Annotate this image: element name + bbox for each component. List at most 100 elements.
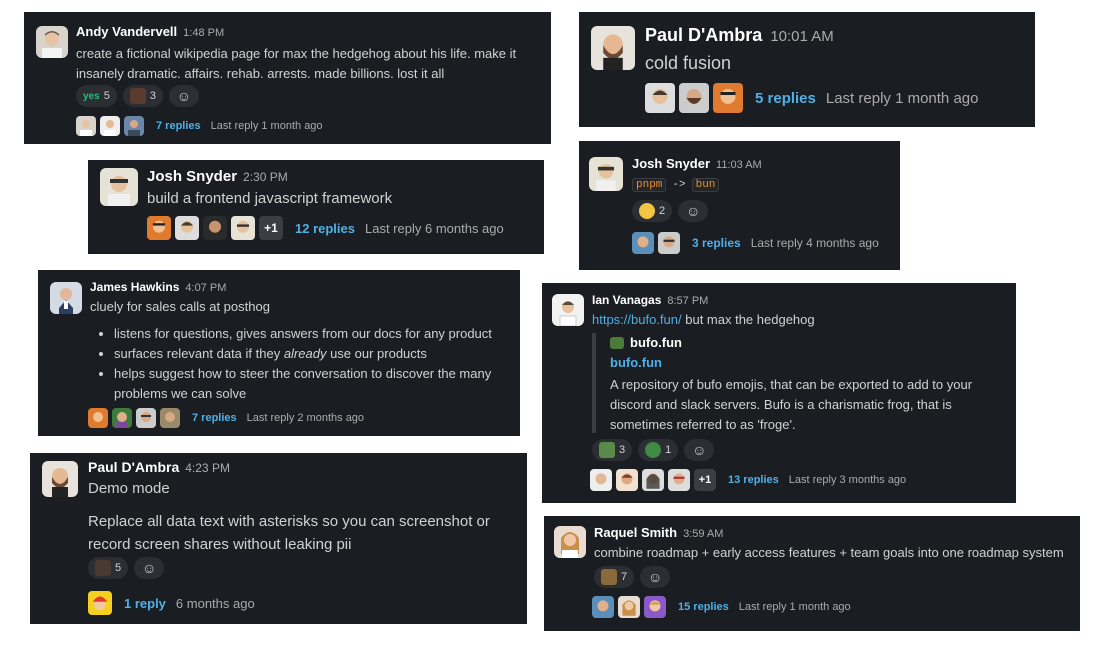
timestamp[interactable]: 8:57 PM <box>667 295 708 307</box>
reaction-yes[interactable]: yes 5 <box>76 85 117 107</box>
replies-link[interactable]: 12 replies <box>295 221 355 236</box>
message-header: Paul D'Ambra 4:23 PM <box>88 459 230 475</box>
author-name[interactable]: Andy Vandervell <box>76 24 177 39</box>
yes-icon: yes <box>83 90 100 102</box>
replies-link[interactable]: 7 replies <box>192 412 237 424</box>
author-name[interactable]: Josh Snyder <box>147 168 237 185</box>
add-reaction-icon[interactable]: ☺ <box>134 557 165 579</box>
bullet-item: listens for questions, gives answers fro… <box>114 324 524 344</box>
avatar <box>112 408 132 428</box>
person-emoji-icon <box>129 88 146 104</box>
reply-avatars: +1 <box>590 469 720 491</box>
author-name[interactable]: Ian Vanagas <box>592 293 661 307</box>
reaction-count: 5 <box>115 562 122 574</box>
message-card-raquel: Raquel Smith 3:59 AM combine roadmap + ea… <box>544 516 1080 631</box>
message-text: combine roadmap + early access features … <box>594 545 1064 560</box>
timestamp[interactable]: 2:30 PM <box>243 170 288 184</box>
avatar[interactable] <box>554 526 586 558</box>
replies-link[interactable]: 15 replies <box>678 601 729 613</box>
avatar <box>618 596 640 618</box>
avatar[interactable] <box>100 168 138 206</box>
reaction-frog[interactable]: 1 <box>638 439 679 461</box>
avatar[interactable] <box>36 26 68 58</box>
bullet-list: listens for questions, gives answers fro… <box>96 324 524 404</box>
avatar[interactable] <box>552 294 584 326</box>
timestamp[interactable]: 4:23 PM <box>185 461 230 475</box>
replies-link[interactable]: 1 reply <box>124 596 166 611</box>
timestamp[interactable]: 4:07 PM <box>185 282 226 294</box>
avatar <box>160 408 180 428</box>
bullet-item: helps suggest how to steer the conversat… <box>114 364 524 404</box>
avatar <box>592 596 614 618</box>
timestamp[interactable]: 10:01 AM <box>770 28 833 45</box>
message-text: cluely for sales calls at posthog <box>90 299 270 314</box>
unfurl-title[interactable]: bufo.fun <box>610 355 662 370</box>
reaction-smiley[interactable]: 2 <box>632 200 673 222</box>
bullet-text: use our products <box>326 346 427 361</box>
author-name[interactable]: Raquel Smith <box>594 525 677 540</box>
message-text: cold fusion <box>645 53 732 73</box>
reactions-row: 3 1 ☺ <box>592 439 715 461</box>
reply-avatars <box>592 596 670 618</box>
add-reaction-icon[interactable]: ☺ <box>678 200 709 222</box>
avatar[interactable] <box>50 282 82 314</box>
thread-summary[interactable]: 15 replies Last reply 1 month ago <box>592 596 851 618</box>
avatar <box>616 469 638 491</box>
thread-summary[interactable]: 5 replies Last reply 1 month ago <box>645 83 978 113</box>
timestamp[interactable]: 1:48 PM <box>183 27 224 39</box>
timestamp[interactable]: 11:03 AM <box>716 159 762 171</box>
author-name[interactable]: Paul D'Ambra <box>88 459 179 475</box>
message-code: pnpm -> bun <box>632 178 720 192</box>
reaction-count: 3 <box>619 444 626 456</box>
replies-link[interactable]: 5 replies <box>755 90 816 107</box>
message-card-ian: Ian Vanagas 8:57 PM https://bufo.fun/ but… <box>542 283 1016 503</box>
add-reaction-icon[interactable]: ☺ <box>168 85 199 107</box>
bufo-link[interactable]: https://bufo.fun/ <box>592 312 682 327</box>
avatar <box>76 116 96 136</box>
smiley-emoji-icon <box>639 203 655 219</box>
thread-summary[interactable]: +1 12 replies Last reply 6 months ago <box>147 216 504 240</box>
reaction-map[interactable]: 7 <box>594 566 635 588</box>
code-pnpm: pnpm <box>632 178 667 192</box>
add-reaction-icon[interactable]: ☺ <box>640 566 671 588</box>
replies-link[interactable]: 3 replies <box>692 236 741 250</box>
reaction-person[interactable]: 3 <box>122 85 163 107</box>
arrow-text: -> <box>672 179 686 191</box>
message-card-paul-demo: Paul D'Ambra 4:23 PM Demo mode Replace al… <box>30 453 527 624</box>
thread-summary[interactable]: 1 reply 6 months ago <box>88 591 255 615</box>
reaction-person[interactable]: 5 <box>88 557 129 579</box>
author-name[interactable]: James Hawkins <box>90 280 179 294</box>
avatar <box>231 216 255 240</box>
thread-summary[interactable]: 7 replies Last reply 2 months ago <box>88 408 364 428</box>
thread-summary[interactable]: 3 replies Last reply 4 months ago <box>632 232 879 254</box>
avatar[interactable] <box>42 461 78 497</box>
message-header: Andy Vandervell 1:48 PM <box>76 24 224 39</box>
replies-link[interactable]: 7 replies <box>156 120 201 132</box>
avatar <box>679 83 709 113</box>
avatar <box>658 232 680 254</box>
replies-link[interactable]: 13 replies <box>728 474 779 486</box>
reaction-count: 5 <box>103 90 110 102</box>
message-card-andy: Andy Vandervell 1:48 PM create a fictiona… <box>24 12 551 144</box>
frog-emoji-icon <box>645 442 662 458</box>
thread-summary[interactable]: 7 replies Last reply 1 month ago <box>76 116 323 136</box>
bufo-emoji-icon <box>599 442 615 458</box>
reply-avatars <box>76 116 148 136</box>
timestamp[interactable]: 3:59 AM <box>683 528 723 540</box>
avatar[interactable] <box>589 157 623 191</box>
avatar[interactable] <box>591 26 635 70</box>
author-name[interactable]: Paul D'Ambra <box>645 25 762 45</box>
author-name[interactable]: Josh Snyder <box>632 156 710 171</box>
avatar <box>713 83 743 113</box>
reactions-row: yes 5 3 ☺ <box>76 85 199 107</box>
reply-avatars: +1 <box>147 216 287 240</box>
message-header: Josh Snyder 2:30 PM <box>147 168 288 185</box>
add-reaction-icon[interactable]: ☺ <box>684 439 715 461</box>
bullet-emphasis: already <box>283 346 327 361</box>
avatar <box>590 469 612 491</box>
reaction-bufo[interactable]: 3 <box>592 439 633 461</box>
reaction-count: 2 <box>659 205 666 217</box>
thread-summary[interactable]: +1 13 replies Last reply 3 months ago <box>590 469 906 491</box>
message-card-josh-bun: Josh Snyder 11:03 AM pnpm -> bun 2 ☺ 3 re… <box>579 141 900 270</box>
link-unfurl: bufo.fun bufo.fun A repository of bufo e… <box>592 333 1002 433</box>
